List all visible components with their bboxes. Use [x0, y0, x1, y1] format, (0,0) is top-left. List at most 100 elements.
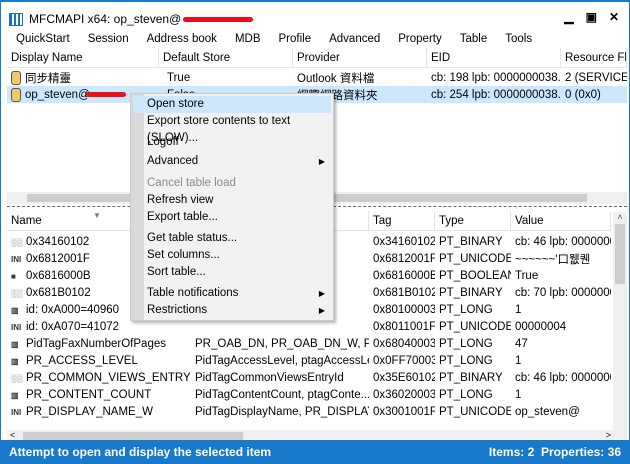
prop-name: PR_CONTENT_COUNT	[26, 388, 152, 401]
prop-tag: 0x68040003	[373, 337, 435, 350]
eid: cb: 254 lpb: 0000000038...	[431, 88, 561, 101]
long-type-icon: ▥	[11, 305, 19, 315]
prop-type: PT_BINARY	[439, 235, 503, 248]
prop-type: PT_LONG	[439, 303, 493, 316]
prop-tag: 0x6816000B	[373, 269, 435, 282]
col-resource-flags[interactable]: Resource Fla	[561, 48, 627, 67]
menu-table[interactable]: Table	[451, 30, 497, 48]
prop-tag: 0x0FF70003	[373, 354, 435, 367]
maximize-button[interactable]: ▣	[586, 10, 597, 24]
col-eid[interactable]: EID	[427, 48, 561, 67]
store-name: 同步精靈	[25, 72, 71, 85]
menu-address-book[interactable]: Address book	[138, 30, 226, 48]
menu-profile[interactable]: Profile	[270, 30, 321, 48]
store-icon	[11, 87, 21, 102]
prop-tag: 0x80100003	[373, 303, 435, 316]
menu-item-refresh-view[interactable]: Refresh view	[133, 192, 331, 209]
store-row[interactable]: 同步精靈 True Outlook 資料檔 cb: 198 lpb: 00000…	[7, 69, 627, 86]
scroll-right-icon[interactable]: >	[606, 430, 611, 440]
col-provider[interactable]: Provider	[293, 48, 427, 67]
menu-session[interactable]: Session	[79, 30, 138, 48]
prop-value: op_steven@	[515, 405, 580, 418]
title-bar: MFCMAPI x64: op_steven@	[9, 10, 254, 28]
window-title: MFCMAPI x64: op_steven@	[29, 12, 182, 26]
menu-item-advanced[interactable]: Advanced ▶	[133, 153, 331, 170]
prop-name: 0x34160102	[26, 235, 90, 248]
prop-type: PT_LONG	[439, 388, 493, 401]
menu-item-label: Sort table...	[147, 266, 206, 278]
menu-item-label: Advanced	[147, 155, 199, 167]
menu-quickstart[interactable]: QuickStart	[7, 30, 79, 48]
menu-item-set-columns[interactable]: Set columns...	[133, 247, 331, 264]
menu-tools[interactable]: Tools	[496, 30, 541, 48]
property-row[interactable]: ▥ PidTagFaxNumberOfPages PR_OAB_DN, PR_OA…	[7, 335, 611, 352]
prop-type: PT_UNICODE	[439, 252, 511, 265]
prop-value: cb: 46 lpb: 00000000	[515, 235, 611, 248]
prop-other-names: PR_OAB_DN, PR_OAB_DN_W, Pid...	[195, 337, 369, 350]
col-tag[interactable]: Tag	[369, 211, 435, 230]
property-row[interactable]: ░░ PR_COMMON_VIEWS_ENTRYID PidTagCommonVi…	[7, 369, 611, 386]
prop-value: 00000004	[515, 320, 567, 333]
property-row[interactable]: ▥ PR_ACCESS_LEVEL PidTagAccessLevel, ptag…	[7, 352, 611, 369]
menu-item-label: Restrictions	[147, 304, 208, 316]
unicode-type-icon: INI	[11, 407, 22, 417]
prop-tag: 0x6812001F	[373, 252, 435, 265]
long-type-icon: ▥	[11, 390, 19, 400]
prop-name: 0x6812001F	[26, 252, 90, 265]
col-value[interactable]: Value	[511, 211, 611, 230]
scroll-thumb[interactable]	[615, 224, 625, 284]
flags: 0 (0x0)	[565, 88, 601, 101]
menu-item-restrictions[interactable]: Restrictions ▶	[133, 302, 331, 319]
prop-name: 0x681B0102	[26, 286, 91, 299]
menu-item-logoff[interactable]: Logoff	[133, 134, 331, 151]
col-display-name[interactable]: Display Name	[7, 48, 159, 67]
prop-tag: 0x35E60102	[373, 371, 435, 384]
props-vscrollbar[interactable]: ˄	[613, 212, 627, 430]
binary-type-icon: ░░	[11, 237, 23, 247]
scroll-up-icon[interactable]: ˄	[613, 212, 627, 222]
prop-other-names: PidTagDisplayName, PR_DISPLAY_...	[195, 405, 369, 418]
sort-arrow-icon: ▼	[93, 211, 101, 220]
flags: 2 (SERVICE_	[565, 71, 627, 84]
col-type[interactable]: Type	[435, 211, 511, 230]
prop-value: 1	[515, 388, 522, 401]
menu-property[interactable]: Property	[389, 30, 450, 48]
minimize-button[interactable]: ▁	[564, 10, 573, 24]
menu-item-open-store[interactable]: Open store	[133, 96, 331, 113]
eid: cb: 198 lpb: 0000000038...	[431, 71, 561, 84]
menu-advanced[interactable]: Advanced	[320, 30, 389, 48]
prop-tag: 0x681B0102	[373, 286, 435, 299]
context-menu: Open store Export store contents to text …	[130, 93, 334, 321]
prop-type: PT_UNICODE	[439, 405, 511, 418]
menu-item-export-table[interactable]: Export table...	[133, 209, 331, 226]
prop-other-names: PidTagContentCount, ptagConte...	[195, 388, 369, 401]
long-type-icon: ▥	[11, 339, 19, 349]
prop-value: 1	[515, 354, 522, 367]
prop-name: PidTagFaxNumberOfPages	[26, 337, 166, 350]
scroll-left-icon[interactable]: <	[10, 430, 15, 440]
prop-type: PT_LONG	[439, 337, 493, 350]
redaction-mark	[183, 16, 254, 22]
col-name-label: Name	[11, 215, 42, 227]
unicode-type-icon: INI	[11, 322, 22, 332]
submenu-arrow-icon: ▶	[318, 306, 325, 315]
prop-tag: 0x8011001F	[373, 320, 435, 333]
menu-item-table-notifications[interactable]: Table notifications ▶	[133, 285, 331, 302]
close-button[interactable]: ✕	[609, 10, 619, 24]
menu-bar: QuickStart Session Address book MDB Prof…	[7, 30, 627, 48]
menu-item-label: Get table status...	[147, 232, 238, 244]
property-row[interactable]: INI PR_DISPLAY_NAME_W PidTagDisplayName, …	[7, 403, 611, 420]
menu-mdb[interactable]: MDB	[226, 30, 270, 48]
provider: Outlook 資料檔	[297, 72, 375, 85]
prop-type: PT_BINARY	[439, 371, 503, 384]
prop-tag: 0x34160102	[373, 235, 435, 248]
status-items: Items: 2	[488, 444, 535, 459]
menu-item-label: Table notifications	[147, 287, 239, 299]
menu-item-export-store-contents-to-text-slow[interactable]: Export store contents to text (SLOW)...	[133, 113, 331, 144]
store-icon	[11, 71, 21, 86]
menu-item-sort-table[interactable]: Sort table...	[133, 264, 331, 281]
menu-item-get-table-status[interactable]: Get table status...	[133, 230, 331, 247]
property-row[interactable]: ▥ PR_CONTENT_COUNT PidTagContentCount, pt…	[7, 386, 611, 403]
col-default-store[interactable]: Default Store	[159, 48, 293, 67]
prop-tag: 0x3001001F	[373, 405, 435, 418]
